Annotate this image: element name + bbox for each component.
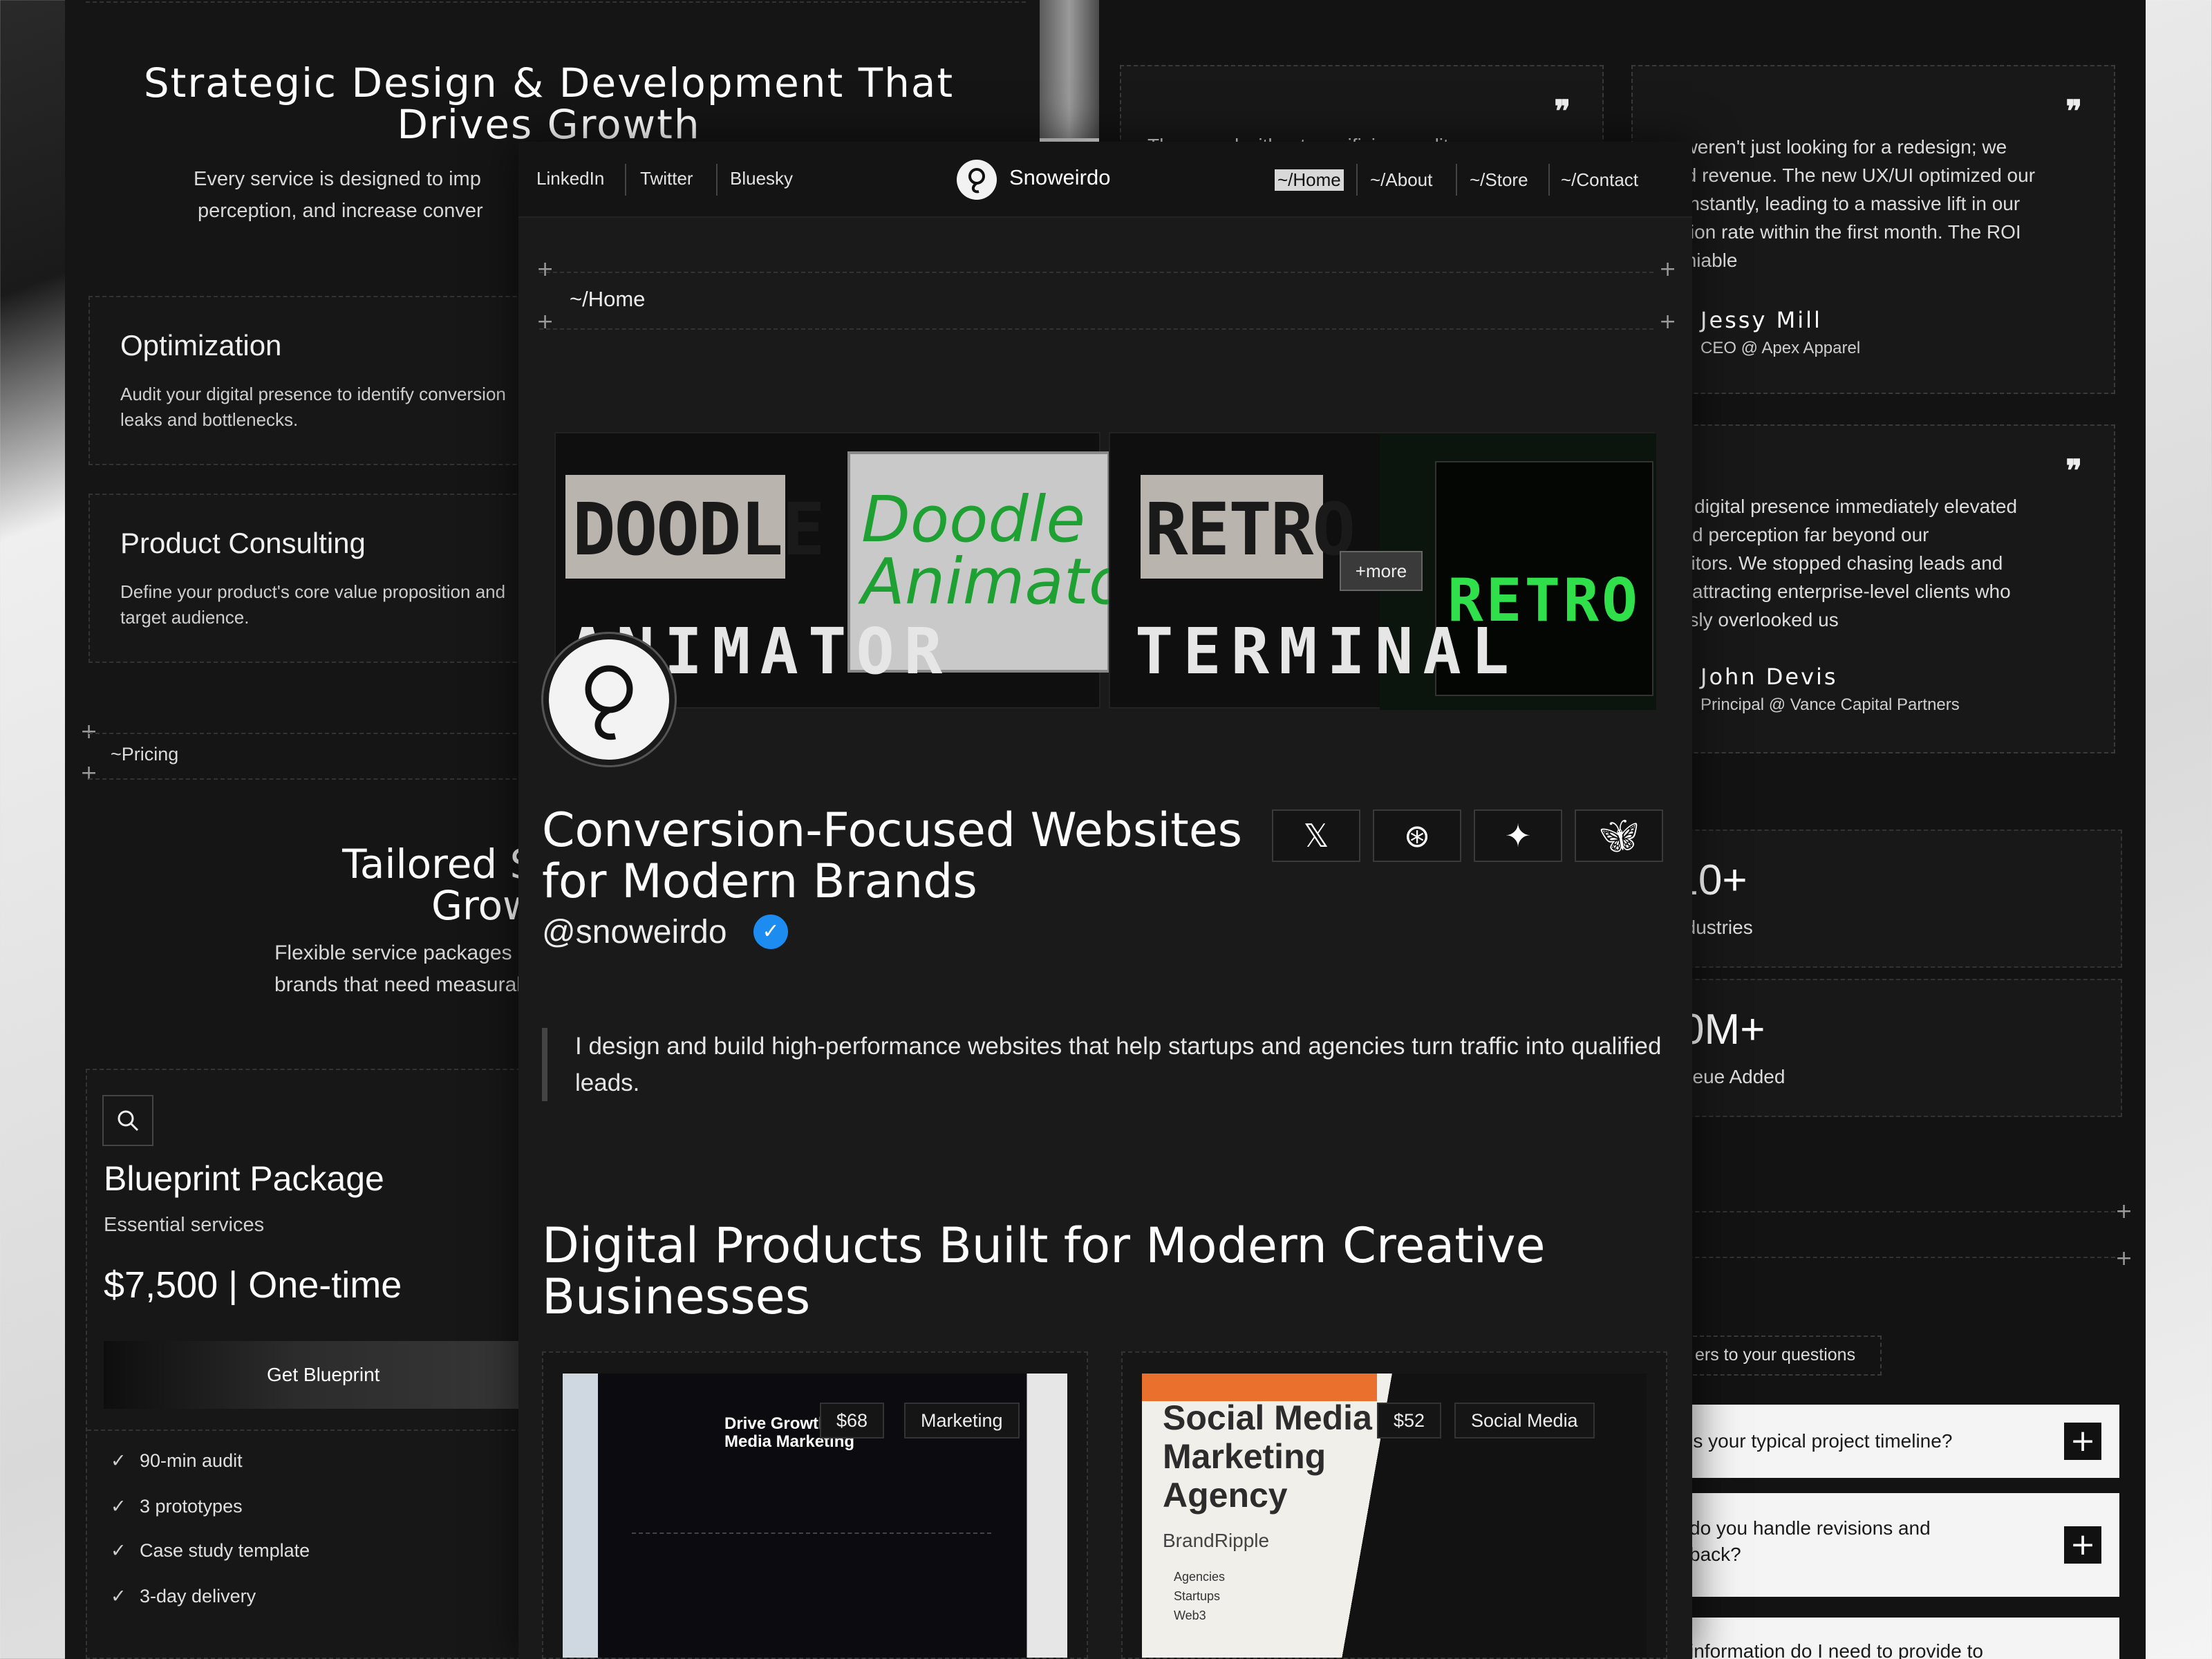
author-name: John Devis xyxy=(1700,664,1838,690)
profile-headline: Conversion-Focused Websites for Modern B… xyxy=(542,803,1243,909)
testimonial-card-john: ❞ new digital presence immediately eleva… xyxy=(1626,424,2115,753)
profile-handle: @snoweirdo xyxy=(542,914,727,950)
divider xyxy=(632,1533,991,1535)
package-tagline: Essential services xyxy=(104,1214,265,1236)
profile-page: LinkedIn Twitter Bluesky Snoweirdo ~/Hom… xyxy=(518,142,1692,1659)
feature-item: ✓ Case study template xyxy=(111,1540,310,1561)
divider xyxy=(1356,164,1358,196)
get-blueprint-button[interactable]: Get Blueprint xyxy=(104,1341,588,1409)
check-icon: ✓ xyxy=(111,1540,126,1561)
product-card-social-media[interactable]: Social Media Marketing Agency BrandRippl… xyxy=(1121,1351,1667,1659)
product-card-marketing[interactable]: Drive Growth Social Media Marketing $68 … xyxy=(542,1351,1088,1659)
more-badge[interactable]: +more xyxy=(1340,551,1423,591)
divider xyxy=(1456,164,1457,196)
x-icon[interactable]: 𝕏 xyxy=(1272,809,1360,862)
check-icon: ✓ xyxy=(111,1450,126,1471)
breadcrumb: ~/Home xyxy=(539,272,1653,330)
service-desc: Audit your digital presence to identify … xyxy=(120,384,506,430)
verified-badge-icon: ✓ xyxy=(753,915,788,949)
service-desc: Define your product's core value proposi… xyxy=(120,581,506,628)
nav-link-bluesky[interactable]: Bluesky xyxy=(730,168,793,189)
avatar[interactable] xyxy=(543,634,675,765)
feature-item: ✓ 3 prototypes xyxy=(111,1496,243,1517)
section-title-products: Digital Products Built for Modern Creati… xyxy=(542,1217,1546,1325)
testimonial-card-jessy: ❞ we weren't just looking for a redesign… xyxy=(1626,65,2115,394)
profile-bio: I design and build high-performance webs… xyxy=(542,1028,1662,1101)
check-icon: ✓ xyxy=(111,1496,126,1517)
feature-list: ✓ 90-min audit ✓ 3 prototypes ✓ Case study … xyxy=(87,1430,571,1606)
faq-item[interactable]: do you handle revisions and back? + xyxy=(1673,1493,2119,1597)
blueprint-package-card: Blueprint Package Essential services $7,… xyxy=(86,1069,588,1659)
product-price-tag: $68 xyxy=(820,1403,885,1438)
search-button[interactable] xyxy=(102,1095,153,1146)
divider xyxy=(86,0,1026,3)
nav-link-contact[interactable]: ~/Contact xyxy=(1561,169,1638,191)
product-category-tag: Social Media xyxy=(1454,1403,1595,1438)
author-role: CEO @ Apex Apparel xyxy=(1700,339,1861,357)
service-name: Optimization xyxy=(120,329,282,362)
dribbble-icon[interactable]: ⊛ xyxy=(1373,809,1461,862)
plus-mark: + xyxy=(2115,1246,2133,1271)
plus-mark: + xyxy=(2115,1199,2133,1224)
search-icon xyxy=(118,1110,139,1132)
nav-link-about[interactable]: ~/About xyxy=(1370,169,1432,191)
service-card-optimization[interactable]: Optimization Audit your digital presence… xyxy=(88,296,572,465)
brand-name[interactable]: Snoweirdo xyxy=(1009,165,1110,190)
plus-mark: + xyxy=(1659,257,1677,281)
bluesky-icon[interactable]: 🦋︎ xyxy=(1575,809,1663,862)
package-price: $7,500 | One-time xyxy=(104,1264,402,1306)
author-name: Jessy Mill xyxy=(1700,307,1822,333)
nav-link-twitter[interactable]: Twitter xyxy=(640,168,693,189)
check-icon: ✓ xyxy=(111,1586,126,1606)
banner-retro-terminal[interactable]: RETRO RETRO TERMINAL +more xyxy=(1109,432,1656,710)
nav-link-linkedin[interactable]: LinkedIn xyxy=(536,168,604,189)
services-subtitle: Every service is designed to imp percept… xyxy=(194,168,483,222)
brand-logo-icon[interactable] xyxy=(957,160,997,200)
package-name: Blueprint Package xyxy=(104,1159,384,1198)
product-category-tag: Marketing xyxy=(904,1403,1020,1438)
banner-title-box: DOODLE xyxy=(565,475,825,579)
quote-icon: ❞ xyxy=(2065,94,2082,129)
expand-icon[interactable]: + xyxy=(2064,1423,2101,1460)
faq-item[interactable]: 's your typical project timeline? + xyxy=(1673,1405,2119,1478)
quote-icon: ❞ xyxy=(1554,94,1571,129)
testimonial-quote: we weren't just looking for a redesign; … xyxy=(1653,136,2036,271)
plus-mark: + xyxy=(1659,310,1677,334)
feature-item: ✓ 90-min audit xyxy=(111,1450,243,1471)
top-nav: LinkedIn Twitter Bluesky Snoweirdo ~/Hom… xyxy=(518,142,1692,218)
service-card-product-consulting[interactable]: Product Consulting Define your product's… xyxy=(88,494,572,663)
divider xyxy=(1548,164,1550,196)
divider xyxy=(716,164,718,196)
divider xyxy=(625,164,626,196)
services-title: Strategic Design & Development That Driv… xyxy=(143,59,955,148)
preview-accent xyxy=(1142,1374,1377,1401)
nav-link-store[interactable]: ~/Store xyxy=(1470,169,1528,191)
quote-icon: ❞ xyxy=(2065,453,2082,489)
sparkle-icon[interactable]: ✦ xyxy=(1474,809,1562,862)
expand-icon[interactable]: + xyxy=(2064,1526,2101,1564)
nav-link-home[interactable]: ~/Home xyxy=(1275,169,1344,191)
background-strip xyxy=(1040,0,1099,138)
testimonial-quote: new digital presence immediately elevate… xyxy=(1653,496,2018,630)
faq-item[interactable]: information do I need to provide to xyxy=(1673,1618,2119,1659)
banner-title-box: RETRO xyxy=(1141,475,1356,579)
section-label-pricing: ~Pricing xyxy=(88,733,572,780)
feature-item: ✓ 3-day delivery xyxy=(111,1586,256,1606)
service-name: Product Consulting xyxy=(120,527,366,559)
product-price-tag: $52 xyxy=(1377,1403,1442,1438)
author-role: Principal @ Vance Capital Partners xyxy=(1700,695,1960,714)
